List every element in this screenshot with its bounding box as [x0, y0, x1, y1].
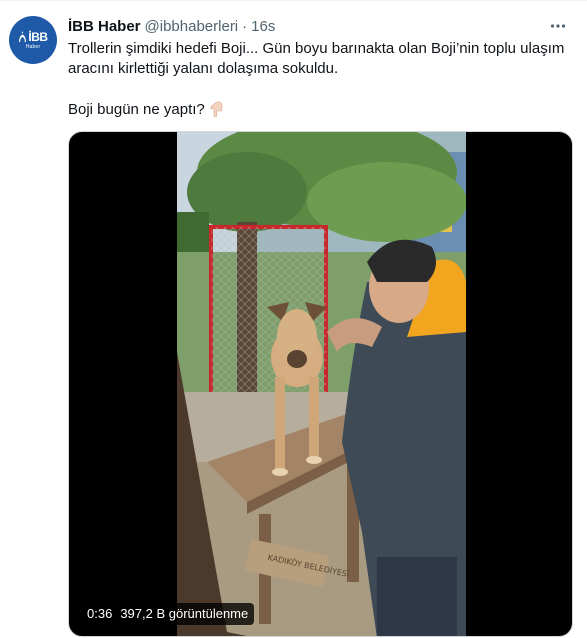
tweet-text-line-2-wrap: Boji bugün ne yaptı? [68, 99, 573, 123]
separator-dot: · [242, 17, 248, 35]
display-name[interactable]: İBB Haber [68, 18, 141, 35]
video-stats-overlay: 0:36 397,2 B görüntülenme [81, 603, 255, 625]
tweet-card[interactable]: İBB Haber İBB Haber @ibbhaberleri · 16s … [0, 0, 587, 638]
video-views: 397,2 B görüntülenme [120, 606, 249, 621]
tweet-text-line-2: Boji bugün ne yaptı? [68, 101, 205, 118]
user-handle[interactable]: @ibbhaberleri [145, 18, 239, 35]
avatar-brand: İBB [18, 29, 48, 44]
video-player[interactable]: KADIKÖY BELEDİYESİ 0:36 397,2 B görüntül… [68, 131, 573, 637]
video-frame[interactable]: KADIKÖY BELEDİYESİ [177, 132, 466, 636]
avatar-brand-text: İBB [28, 29, 48, 44]
more-options-icon[interactable] [549, 17, 567, 35]
pointing-down-emoji-icon [208, 99, 224, 123]
video-scene-illustration: KADIKÖY BELEDİYESİ [177, 132, 466, 636]
avatar-subtitle: Haber [25, 43, 41, 50]
avatar[interactable]: İBB Haber [9, 16, 57, 64]
timestamp[interactable]: 16s [251, 18, 275, 35]
tweet-text-line-1: Trollerin şimdiki hedefi Boji... Gün boy… [68, 40, 565, 77]
istanbul-logo-icon [19, 30, 27, 42]
tweet-header: İBB Haber @ibbhaberleri · 16s [68, 15, 567, 37]
video-duration: 0:36 [87, 606, 113, 621]
tweet-text: Trollerin şimdiki hedefi Boji... Gün boy… [68, 39, 573, 123]
